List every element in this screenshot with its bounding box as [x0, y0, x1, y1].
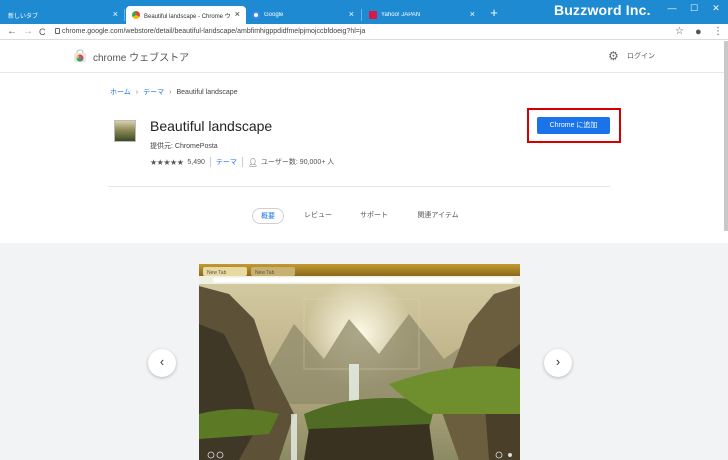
- login-link[interactable]: ログイン: [627, 51, 655, 61]
- breadcrumb-theme[interactable]: テーマ: [143, 89, 164, 96]
- category-link[interactable]: テーマ: [216, 157, 237, 167]
- scrollbar[interactable]: [724, 41, 728, 231]
- extension-provider[interactable]: 提供元: ChromePosta: [150, 141, 218, 151]
- preview-tab-label: New Tab: [255, 270, 275, 276]
- tab-google[interactable]: Google ×: [246, 6, 360, 24]
- tab-beautiful-landscape[interactable]: Beautiful landscape - Chrome ウ ×: [126, 6, 246, 24]
- back-icon[interactable]: ←: [7, 25, 17, 39]
- bookmark-star-icon[interactable]: ☆: [675, 25, 684, 39]
- close-window-button[interactable]: ✕: [706, 2, 726, 16]
- new-tab-button[interactable]: +: [487, 6, 501, 20]
- reload-icon[interactable]: C: [39, 25, 46, 39]
- preview-tab-label: New Tab: [207, 270, 227, 276]
- tab-title: 新しいタブ: [8, 13, 39, 20]
- tab-close-icon[interactable]: ×: [235, 9, 240, 20]
- breadcrumb-separator: ›: [169, 89, 172, 96]
- brand-watermark: Buzzword Inc.: [554, 2, 651, 18]
- tab-related[interactable]: 関連アイテム: [410, 208, 466, 224]
- breadcrumb: ホーム › テーマ › Beautiful landscape: [110, 87, 238, 97]
- gear-icon[interactable]: ⚙: [608, 49, 619, 63]
- meta-divider: [241, 157, 243, 167]
- tab-title: Beautiful landscape - Chrome ウ: [144, 13, 231, 20]
- extension-title: Beautiful landscape: [150, 118, 273, 134]
- google-favicon-icon: [252, 11, 260, 19]
- section-divider: [108, 186, 610, 187]
- person-icon: 👤︎: [247, 157, 259, 167]
- tab-title: Yahoo! JAPAN: [381, 12, 421, 18]
- breadcrumb-separator: ›: [135, 89, 139, 96]
- extension-thumbnail: [114, 120, 136, 142]
- tab-close-icon[interactable]: ×: [470, 9, 475, 20]
- gallery-next-button[interactable]: ›: [544, 349, 572, 377]
- title-bar: 新しいタブ × Beautiful landscape - Chrome ウ ×…: [0, 0, 728, 24]
- breadcrumb-home[interactable]: ホーム: [110, 89, 131, 96]
- rating-count[interactable]: 5,490: [187, 159, 205, 166]
- account-icon[interactable]: ●: [695, 25, 702, 39]
- webstore-favicon-icon: [132, 11, 140, 19]
- tab-overview[interactable]: 概要: [252, 208, 284, 224]
- tab-reviews[interactable]: レビュー: [298, 208, 338, 224]
- tab-separator: [124, 9, 125, 21]
- tab-close-icon[interactable]: ×: [113, 9, 118, 20]
- theme-preview-image: New Tab New Tab: [199, 264, 520, 460]
- add-to-chrome-button[interactable]: Chrome に追加: [537, 117, 610, 134]
- tab-close-icon[interactable]: ×: [349, 9, 354, 20]
- webstore-logo-icon[interactable]: [73, 49, 87, 63]
- user-count: ユーザー数: 90,000+ 人: [261, 159, 335, 166]
- breadcrumb-current: Beautiful landscape: [176, 89, 238, 96]
- store-name[interactable]: chrome ウェブストア: [93, 49, 189, 64]
- gallery-prev-button[interactable]: ‹: [148, 349, 176, 377]
- extension-meta: ★★★★★ 5,490 テーマ 👤︎ ユーザー数: 90,000+ 人: [150, 157, 334, 167]
- yahoo-favicon-icon: [369, 11, 377, 19]
- menu-icon[interactable]: ⋮: [713, 25, 723, 39]
- tab-title: Google: [264, 12, 284, 18]
- landscape-illustration: New Tab New Tab: [199, 264, 520, 460]
- lock-icon: [55, 28, 60, 34]
- minimize-button[interactable]: —: [662, 2, 682, 16]
- browser-toolbar: ← → C chrome.google.com/webstore/detail/…: [0, 24, 728, 40]
- maximize-button[interactable]: ☐: [684, 2, 704, 16]
- address-bar[interactable]: chrome.google.com/webstore/detail/beauti…: [62, 26, 365, 38]
- tab-new-tab[interactable]: 新しいタブ ×: [2, 6, 124, 24]
- tab-yahoo-japan[interactable]: Yahoo! JAPAN ×: [363, 6, 481, 24]
- store-header: chrome ウェブストア ⚙ ログイン: [0, 41, 728, 73]
- meta-divider: [209, 157, 211, 167]
- tab-support[interactable]: サポート: [354, 208, 394, 224]
- section-tabs: 概要 レビュー サポート 関連アイテム: [0, 206, 728, 226]
- rating-stars-icon: ★★★★★: [150, 157, 184, 167]
- forward-icon[interactable]: →: [23, 25, 33, 39]
- tab-separator: [361, 9, 362, 21]
